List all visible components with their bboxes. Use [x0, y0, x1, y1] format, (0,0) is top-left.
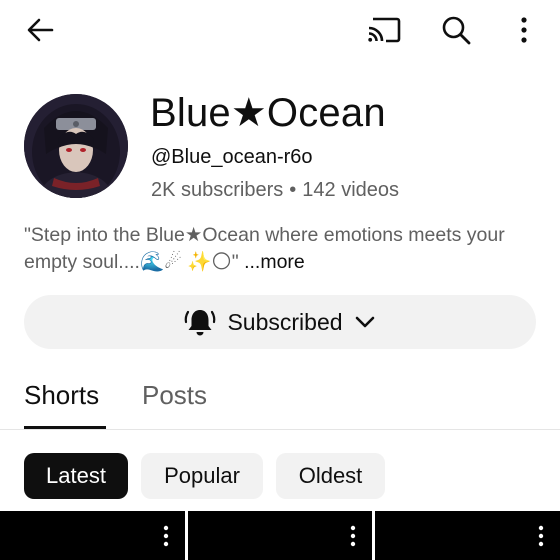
cast-icon [368, 17, 401, 43]
stats-separator: • [289, 179, 297, 201]
video-count: 142 videos [302, 179, 400, 201]
channel-name: Blue★Ocean [150, 91, 386, 135]
chevron-down-icon [355, 316, 374, 328]
subscriber-count: 2K subscribers [151, 179, 284, 201]
avatar-image [24, 94, 128, 198]
filter-chip-popular[interactable]: Popular [141, 453, 263, 499]
filter-chip-latest[interactable]: Latest [24, 453, 128, 499]
more-vert-icon [538, 525, 544, 547]
search-button[interactable] [436, 10, 476, 50]
short-thumbnail[interactable] [375, 511, 560, 560]
more-options-button[interactable] [506, 10, 542, 50]
short-thumbnail[interactable] [188, 511, 372, 560]
short-more-button[interactable] [534, 523, 548, 549]
channel-stats: 2K subscribers • 142 videos [151, 179, 399, 202]
short-more-button[interactable] [159, 523, 173, 549]
more-vert-icon [521, 17, 527, 43]
channel-avatar[interactable] [24, 94, 128, 198]
channel-description[interactable]: "Step into the Blue★Ocean where emotions… [24, 222, 544, 276]
short-more-button[interactable] [346, 523, 360, 549]
back-button[interactable] [20, 10, 60, 50]
subscribed-button[interactable]: Subscribed [24, 295, 536, 349]
filter-chip-oldest[interactable]: Oldest [276, 453, 385, 499]
channel-tabs: Shorts Posts [0, 370, 560, 430]
tab-posts[interactable]: Posts [142, 380, 207, 411]
tab-shorts[interactable]: Shorts [24, 380, 99, 411]
search-icon [442, 16, 471, 45]
top-app-bar [0, 0, 560, 60]
more-vert-icon [163, 525, 169, 547]
subscribed-label: Subscribed [227, 308, 343, 335]
description-more-link[interactable]: ...more [244, 251, 305, 273]
cast-button[interactable] [362, 10, 406, 50]
channel-handle: @Blue_ocean-r6o [151, 146, 313, 168]
arrow-left-icon [27, 18, 54, 42]
bell-ringing-icon [185, 310, 216, 336]
shorts-grid [0, 511, 560, 560]
active-tab-indicator [24, 426, 106, 429]
short-thumbnail[interactable] [0, 511, 185, 560]
more-vert-icon [350, 525, 356, 547]
